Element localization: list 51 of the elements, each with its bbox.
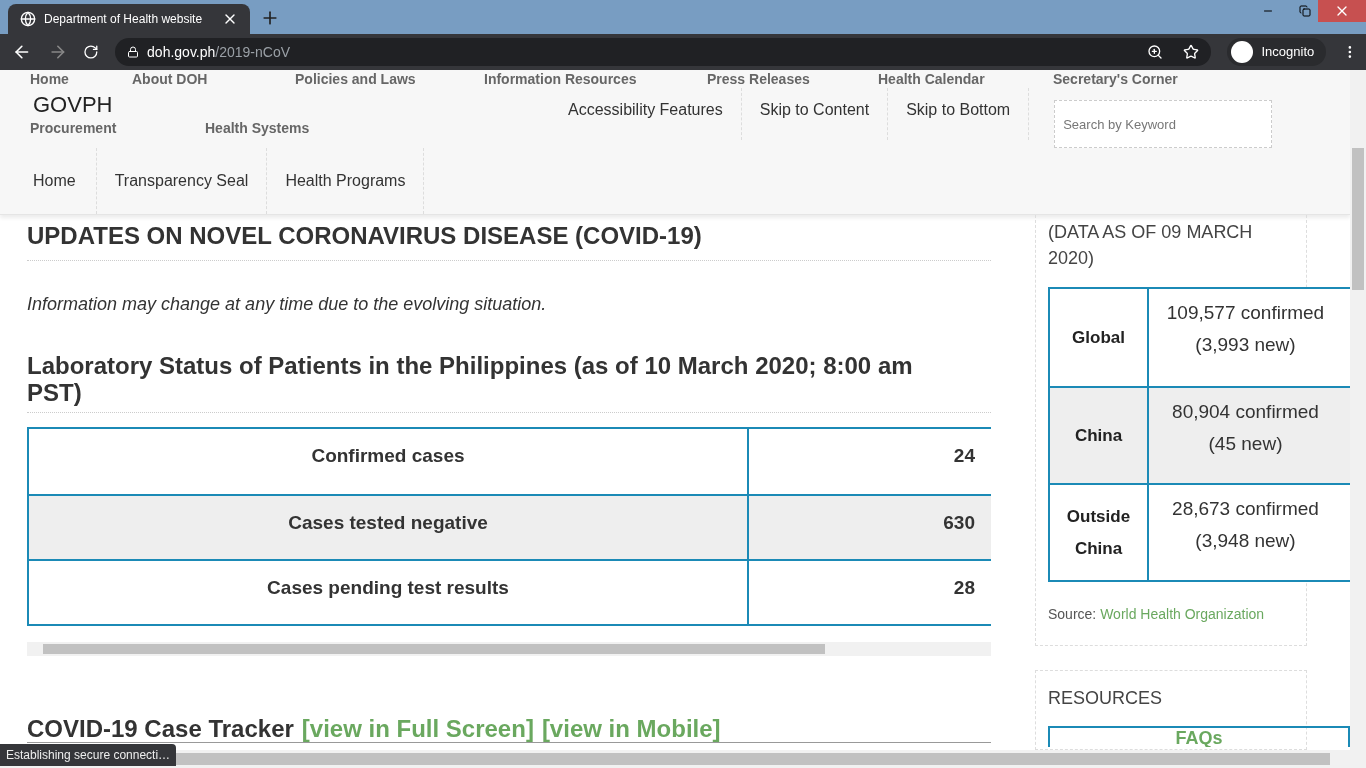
resource-button[interactable]: FAQs (1048, 726, 1350, 747)
source-link[interactable]: World Health Organization (1100, 606, 1265, 622)
reload-icon[interactable] (83, 44, 100, 60)
resources-title: RESOURCES (1048, 687, 1164, 710)
bookmark-star-icon[interactable] (1183, 44, 1200, 60)
table-cell: Outside China (1050, 485, 1149, 580)
data-date-note: (DATA AS OF 09 MARCH 2020) (1048, 221, 1254, 270)
search-field[interactable]: Search by Keyword (1054, 100, 1273, 148)
section-heading: COVID-19 Case Tracker (27, 716, 294, 742)
utility-link[interactable]: Skip to Bottom (888, 88, 1030, 140)
zoom-icon[interactable] (1147, 44, 1164, 60)
main-nav-link[interactable]: Home (0, 148, 97, 214)
note-text: Information may change at any time due to the evolving situation. (27, 293, 548, 316)
tracker-link[interactable]: [view in Mobile] (541, 716, 721, 742)
table-cell-text: (3,948 new) (1195, 529, 1296, 553)
top-nav-link[interactable]: Policies and Laws (295, 70, 484, 90)
section-heading: Laboratory Status of Patients in the Philippines (as of 10 March 2020; 8:00 am PST) (27, 352, 991, 413)
main-nav-link[interactable]: Transparency Seal (96, 148, 268, 214)
utility-link[interactable]: Skip to Content (741, 88, 889, 140)
main-nav-link[interactable]: Health Programs (267, 148, 425, 214)
top-nav-link[interactable]: About DOH (132, 70, 295, 90)
top-nav-link[interactable]: Information Resources (484, 70, 707, 90)
top-nav-link[interactable]: Secretary's Corner (1053, 70, 1178, 90)
table-cell-text: 24 (952, 444, 976, 468)
table-cell-text: (45 new) (1208, 432, 1283, 456)
top-nav-link[interactable]: Press Releases (707, 70, 878, 90)
top-nav-link[interactable]: Home (30, 70, 132, 90)
utility-link[interactable]: Accessibility Features (550, 88, 742, 140)
table-cell-text: 80,904 confirmed (1172, 400, 1319, 424)
page-title: UPDATES ON NOVEL CORONAVIRUS DISEASE (COVID-19) (27, 218, 991, 261)
table-cell-text: (3,993 new) (1195, 333, 1296, 357)
table-cell-text: 630 (942, 511, 976, 535)
top-nav-link[interactable]: Procurement (30, 118, 205, 139)
source-text: Source: World Health Organization (1048, 605, 1266, 624)
status-tooltip: Establishing secure connecti… (0, 744, 177, 766)
restore-icon[interactable] (1299, 5, 1311, 17)
address-bar[interactable]: doh.gov.ph/2019-nCoV (115, 38, 1212, 66)
table-cell-text: 109,577 confirmed (1166, 301, 1325, 325)
globe-icon (20, 11, 36, 27)
browser-tab[interactable]: Department of Health website (8, 4, 250, 34)
top-nav-link[interactable]: Health Systems (205, 118, 310, 139)
site-logo[interactable]: GOVPH (33, 92, 550, 118)
horizontal-scrollbar[interactable] (27, 642, 991, 656)
lock-icon (127, 46, 140, 58)
table-cell-text: 28 (952, 576, 976, 600)
top-nav-link[interactable]: Health Calendar (878, 70, 1053, 90)
table-cell: Cases pending test results (29, 561, 749, 624)
profile-chip[interactable]: Incognito (1227, 38, 1327, 66)
vertical-scrollbar[interactable] (1350, 70, 1366, 768)
table-cell-text: 28,673 confirmed (1172, 497, 1319, 521)
tracker-link[interactable]: [view in Full Screen] (301, 716, 534, 742)
